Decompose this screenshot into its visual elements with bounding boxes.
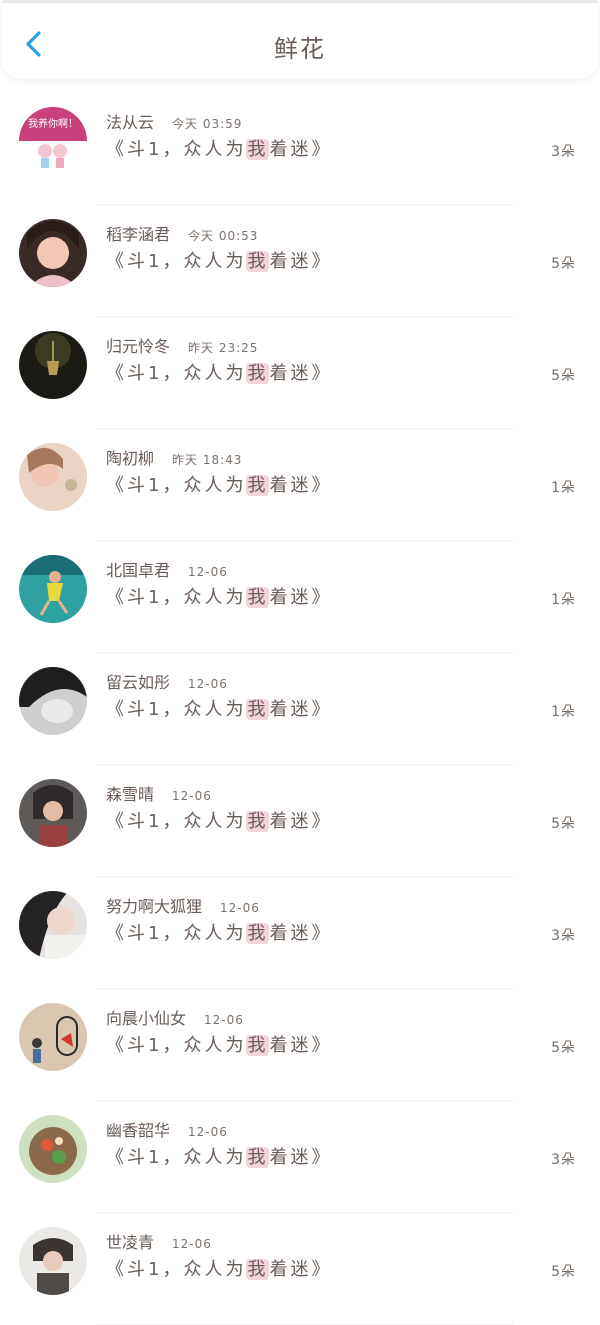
book-title: 《斗1，众人为我着迷》: [106, 1147, 333, 1168]
book-title: 《斗1，众人为我着迷》: [106, 251, 333, 272]
flower-count: 5朵: [551, 816, 576, 832]
sender-name: 努力啊大狐狸: [106, 897, 203, 916]
avatar[interactable]: [19, 667, 87, 735]
flower-count: 3朵: [551, 144, 576, 160]
timestamp: 12-06: [172, 789, 212, 803]
book-title: 《斗1，众人为我着迷》: [106, 923, 333, 944]
sender-name: 法从云: [106, 113, 155, 132]
avatar[interactable]: [19, 1003, 87, 1071]
book-title: 《斗1，众人为我着迷》: [106, 475, 333, 496]
avatar[interactable]: [19, 779, 87, 847]
highlight-mark: 我: [246, 923, 270, 944]
timestamp: 12-06: [220, 901, 260, 915]
sender-name: 陶初柳: [106, 449, 155, 468]
timestamp: 12-06: [188, 677, 228, 691]
gift-list: 我养你啊！ 法从云 今天 03:59 《斗1，众人为我着迷》 3朵 稻李涵君 今天 …: [0, 93, 600, 1325]
avatar[interactable]: [19, 1115, 87, 1183]
book-title: 《斗1，众人为我着迷》: [106, 811, 333, 832]
sender-name: 向晨小仙女: [106, 1009, 187, 1028]
timestamp: 昨天 18:43: [172, 453, 243, 467]
flower-count: 5朵: [551, 256, 576, 272]
flower-count: 5朵: [551, 368, 576, 384]
book-title: 《斗1，众人为我着迷》: [106, 1259, 333, 1280]
highlight-mark: 我: [246, 699, 270, 720]
highlight-mark: 我: [246, 1035, 270, 1056]
timestamp: 12-06: [188, 1125, 228, 1139]
flower-count: 3朵: [551, 928, 576, 944]
highlight-mark: 我: [246, 139, 270, 160]
highlight-mark: 我: [246, 363, 270, 384]
flower-count: 5朵: [551, 1264, 576, 1280]
list-item[interactable]: 幽香韶华 12-06 《斗1，众人为我着迷》 3朵: [0, 1101, 600, 1213]
sender-name: 世凌青: [106, 1233, 155, 1252]
flower-count: 3朵: [551, 1152, 576, 1168]
list-item[interactable]: 我养你啊！ 法从云 今天 03:59 《斗1，众人为我着迷》 3朵: [0, 93, 600, 205]
sender-name: 幽香韶华: [106, 1121, 171, 1140]
avatar[interactable]: [19, 219, 87, 287]
flower-count: 1朵: [551, 704, 576, 720]
highlight-mark: 我: [246, 1147, 270, 1168]
timestamp: 今天 03:59: [172, 117, 243, 131]
book-title: 《斗1，众人为我着迷》: [106, 139, 333, 160]
sender-name: 稻李涵君: [106, 225, 171, 244]
list-item[interactable]: 陶初柳 昨天 18:43 《斗1，众人为我着迷》 1朵: [0, 429, 600, 541]
list-item[interactable]: 向晨小仙女 12-06 《斗1，众人为我着迷》 5朵: [0, 989, 600, 1101]
flower-count: 1朵: [551, 592, 576, 608]
list-item[interactable]: 森雪晴 12-06 《斗1，众人为我着迷》 5朵: [0, 765, 600, 877]
sender-name: 归元怜冬: [106, 337, 171, 356]
highlight-mark: 我: [246, 587, 270, 608]
avatar[interactable]: 我养你啊！: [19, 107, 87, 175]
timestamp: 12-06: [172, 1237, 212, 1251]
flower-count: 5朵: [551, 1040, 576, 1056]
avatar[interactable]: [19, 443, 87, 511]
timestamp: 12-06: [204, 1013, 244, 1027]
highlight-mark: 我: [246, 811, 270, 832]
highlight-mark: 我: [246, 1259, 270, 1280]
timestamp: 12-06: [188, 565, 228, 579]
timestamp: 昨天 23:25: [188, 341, 259, 355]
top-bar: 鲜花: [2, 0, 598, 79]
list-item[interactable]: 世凌青 12-06 《斗1，众人为我着迷》 5朵: [0, 1213, 600, 1325]
list-item[interactable]: 努力啊大狐狸 12-06 《斗1，众人为我着迷》 3朵: [0, 877, 600, 989]
flower-count: 1朵: [551, 480, 576, 496]
list-item[interactable]: 北国卓君 12-06 《斗1，众人为我着迷》 1朵: [0, 541, 600, 653]
list-item[interactable]: 稻李涵君 今天 00:53 《斗1，众人为我着迷》 5朵: [0, 205, 600, 317]
highlight-mark: 我: [246, 251, 270, 272]
list-item[interactable]: 归元怜冬 昨天 23:25 《斗1，众人为我着迷》 5朵: [0, 317, 600, 429]
avatar[interactable]: [19, 331, 87, 399]
book-title: 《斗1，众人为我着迷》: [106, 363, 333, 384]
book-title: 《斗1，众人为我着迷》: [106, 1035, 333, 1056]
avatar-caption: 我养你啊！: [28, 117, 78, 130]
avatar[interactable]: [19, 891, 87, 959]
sender-name: 北国卓君: [106, 561, 171, 580]
book-title: 《斗1，众人为我着迷》: [106, 699, 333, 720]
page-title: 鲜花: [274, 35, 326, 63]
timestamp: 今天 00:53: [188, 229, 259, 243]
avatar[interactable]: [19, 1227, 87, 1295]
list-item[interactable]: 留云如彤 12-06 《斗1，众人为我着迷》 1朵: [0, 653, 600, 765]
highlight-mark: 我: [246, 475, 270, 496]
book-title: 《斗1，众人为我着迷》: [106, 587, 333, 608]
sender-name: 留云如彤: [106, 673, 171, 692]
avatar[interactable]: [19, 555, 87, 623]
sender-name: 森雪晴: [106, 785, 155, 804]
